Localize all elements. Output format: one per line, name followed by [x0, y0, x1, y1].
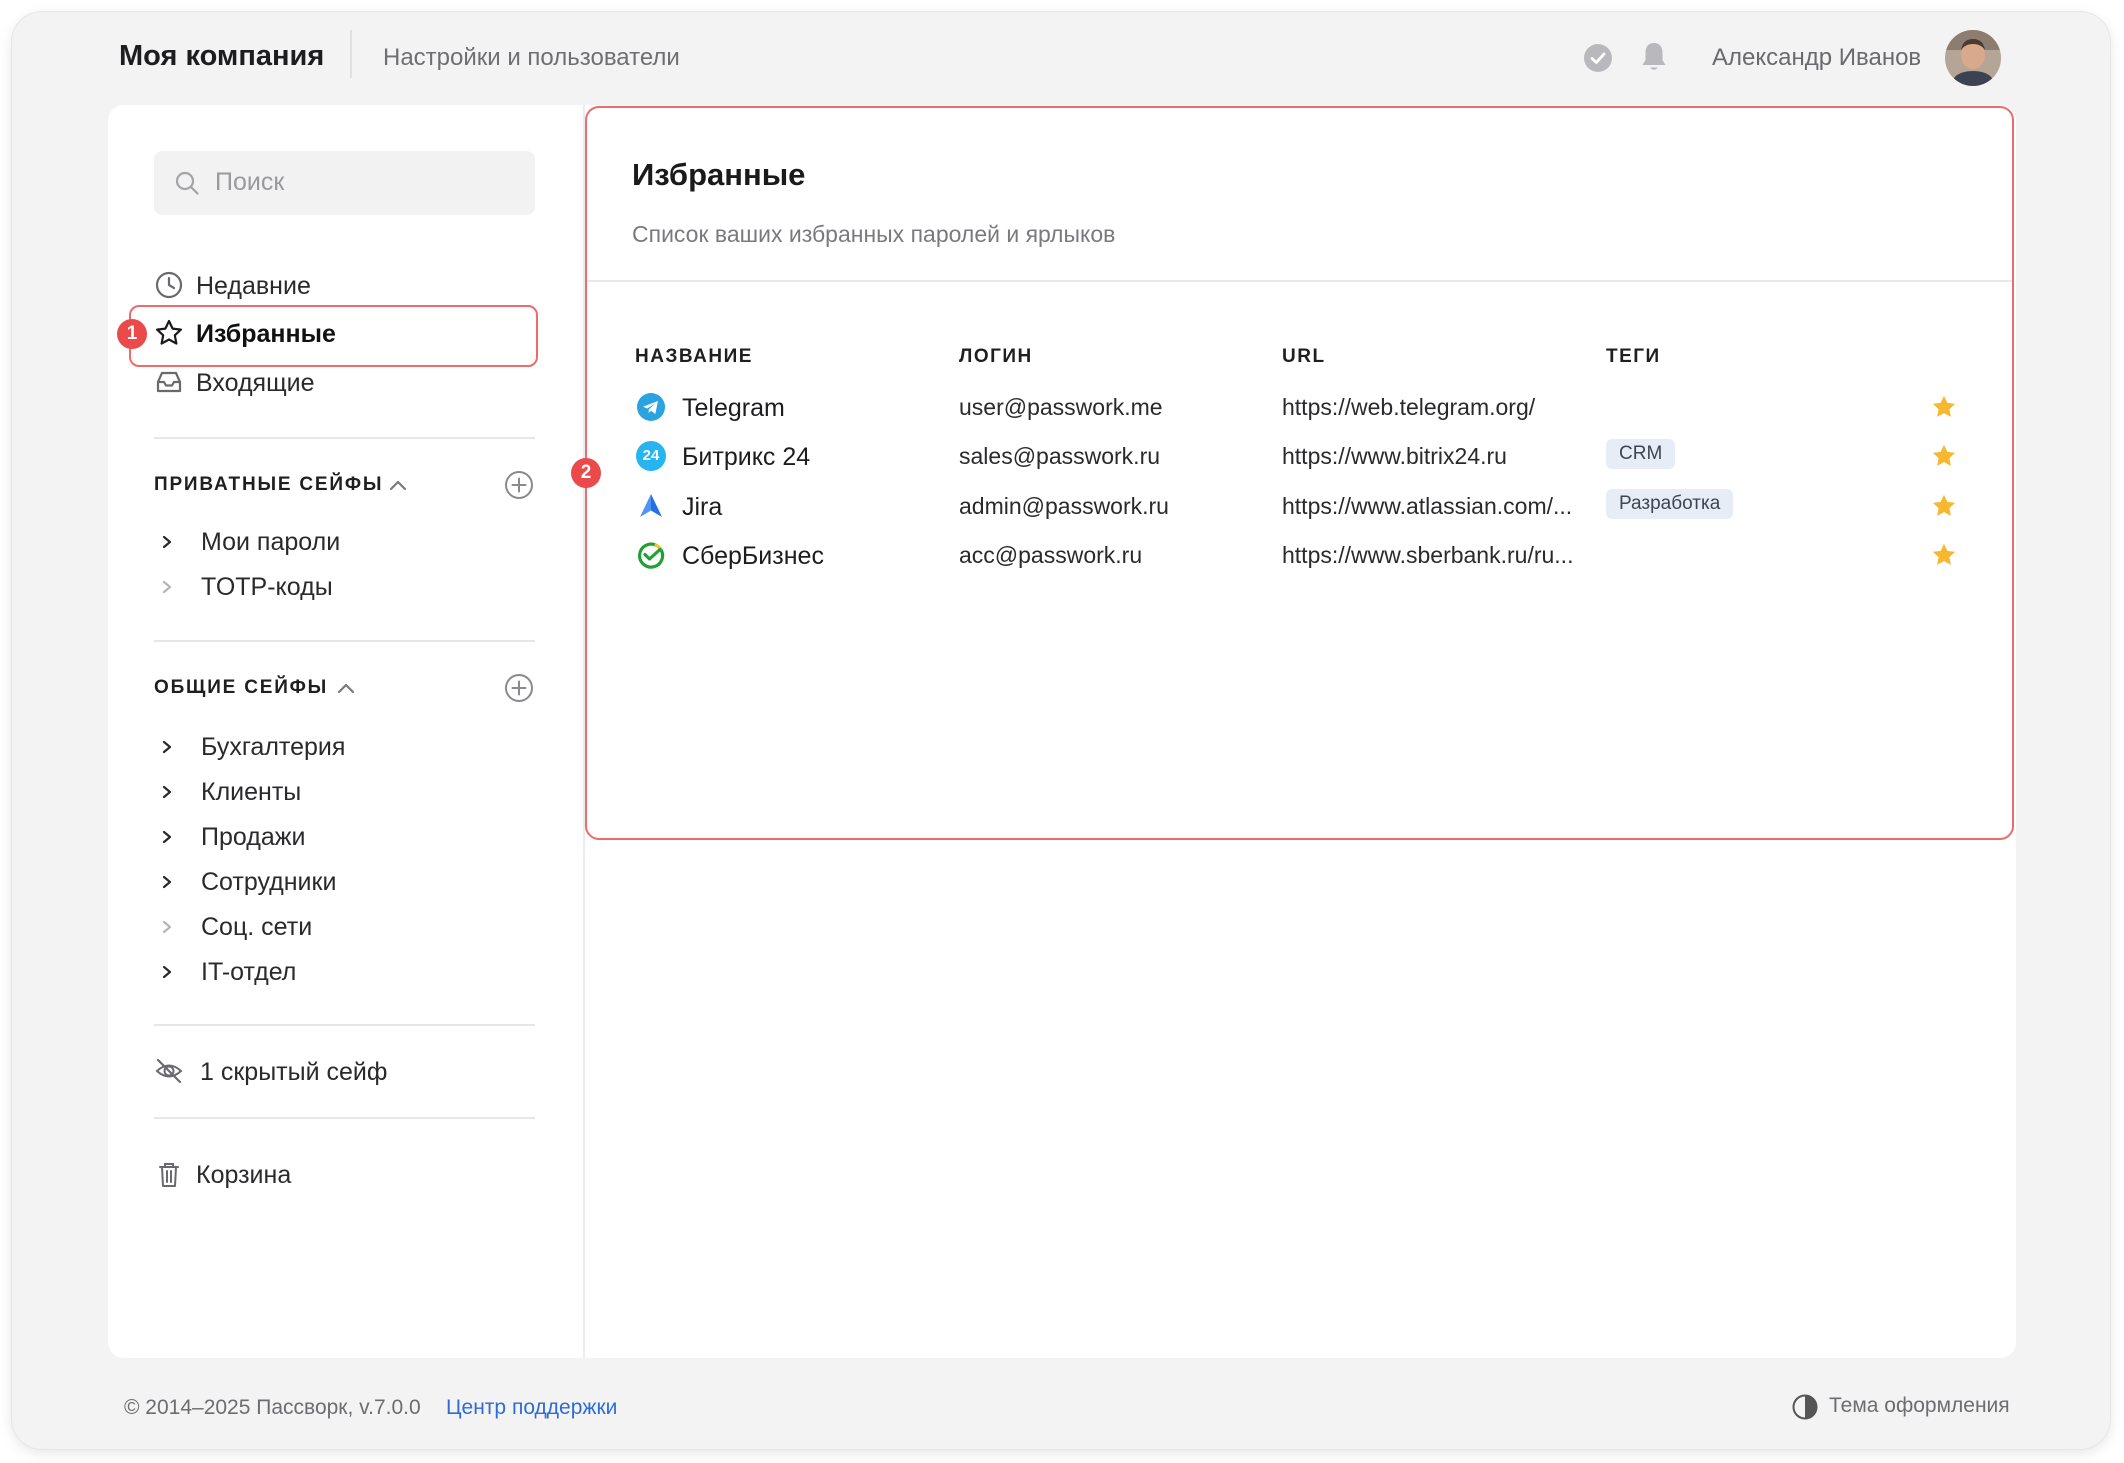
header-divider [350, 30, 352, 78]
add-private-safe-button[interactable] [504, 470, 534, 500]
bell-icon[interactable] [1639, 40, 1669, 74]
eye-off-icon [155, 1058, 183, 1084]
sidebar-item-label: Корзина [196, 1161, 292, 1189]
entry-name: Битрикс 24 [682, 443, 811, 471]
safe-accounting[interactable]: Бухгалтерия [160, 726, 530, 766]
safe-label: Мои пароли [201, 528, 341, 556]
chevron-right-icon [162, 580, 172, 594]
clock-icon [155, 271, 183, 299]
sidebar-item-label: Входящие [196, 369, 315, 397]
chevron-up-icon[interactable] [336, 681, 356, 695]
entry-name: Telegram [682, 394, 785, 422]
table-row[interactable]: Jira admin@passwork.ru https://www.atlas… [632, 485, 1962, 529]
safe-it[interactable]: IT-отдел [160, 951, 530, 991]
chevron-right-icon[interactable] [160, 784, 174, 800]
annotation-badge-2: 2 [571, 458, 601, 488]
sidebar-item-favorites[interactable]: Избранные [154, 311, 534, 355]
safe-label: Бухгалтерия [201, 733, 346, 761]
search-icon [175, 171, 199, 195]
safe-label: Сотрудники [201, 868, 337, 896]
table-row[interactable]: СберБизнес acc@passwork.ru https://www.s… [632, 534, 1962, 578]
star-filled-icon[interactable] [1930, 492, 1958, 520]
entry-name: СберБизнес [682, 542, 824, 570]
page-title: Избранные [632, 157, 806, 192]
add-shared-safe-button[interactable] [504, 673, 534, 703]
sidebar-item-inbox[interactable]: Входящие [154, 360, 534, 404]
safe-label: Клиенты [201, 778, 302, 806]
sidebar-divider-line [154, 1024, 535, 1026]
sidebar-item-recent[interactable]: Недавние [154, 263, 534, 307]
column-header-url[interactable]: URL [1282, 346, 1326, 368]
chevron-right-icon[interactable] [160, 874, 174, 890]
sidebar-item-label: Избранные [196, 320, 336, 348]
column-header-login[interactable]: ЛОГИН [959, 346, 1033, 368]
safe-social[interactable]: Соц. сети [160, 906, 530, 946]
user-name[interactable]: Александр Иванов [1712, 44, 1921, 72]
check-circle-icon[interactable] [1583, 43, 1613, 73]
sidebar-divider-line [154, 640, 535, 642]
safe-label: Продажи [201, 823, 306, 851]
chevron-right-icon [162, 920, 172, 934]
safe-sales[interactable]: Продажи [160, 816, 530, 856]
settings-users-link[interactable]: Настройки и пользователи [383, 44, 680, 72]
safe-my-passwords[interactable]: Мои пароли [160, 521, 530, 561]
search-input[interactable] [215, 164, 515, 200]
annotation-badge-1: 1 [117, 319, 147, 349]
entry-url[interactable]: https://web.telegram.org/ [1282, 394, 1592, 421]
chevron-right-icon[interactable] [160, 964, 174, 980]
avatar[interactable] [1945, 30, 2001, 86]
safe-label: Соц. сети [201, 913, 313, 941]
entry-url[interactable]: https://www.bitrix24.ru [1282, 443, 1592, 470]
sidebar-item-label: Недавние [196, 272, 311, 300]
chevron-right-icon[interactable] [160, 829, 174, 845]
company-name[interactable]: Моя компания [119, 40, 324, 73]
copyright-text: © 2014–2025 Пассворк, v.7.0.0 [124, 1396, 421, 1419]
sidebar-divider-line [154, 437, 535, 439]
safe-label: TOTP-коды [201, 573, 333, 601]
support-center-link[interactable]: Центр поддержки [446, 1396, 617, 1420]
tag-badge[interactable]: Разработка [1606, 489, 1734, 519]
entry-url[interactable]: https://www.sberbank.ru/ru... [1282, 542, 1592, 569]
column-header-tags[interactable]: ТЕГИ [1606, 346, 1661, 368]
chevron-right-icon[interactable] [160, 534, 174, 550]
header-separator [587, 280, 2012, 282]
tag-badge[interactable]: CRM [1606, 439, 1676, 469]
trash-icon [159, 1163, 179, 1187]
hidden-safes-item[interactable]: 1 скрытый сейф [154, 1049, 534, 1093]
sidebar-divider-line [154, 1117, 535, 1119]
theme-toggle-icon[interactable] [1791, 1393, 1819, 1421]
theme-toggle-label[interactable]: Тема оформления [1829, 1394, 2010, 1418]
safe-totp-codes[interactable]: TOTP-коды [160, 566, 530, 606]
entry-login[interactable]: user@passwork.me [959, 394, 1163, 421]
entry-name: Jira [682, 493, 723, 521]
shared-safes-title[interactable]: ОБЩИЕ СЕЙФЫ [154, 677, 328, 699]
private-safes-title[interactable]: ПРИВАТНЫЕ СЕЙФЫ [154, 474, 383, 496]
sidebar-item-trash[interactable]: Корзина [154, 1152, 534, 1196]
column-header-name[interactable]: НАЗВАНИЕ [635, 346, 753, 368]
safe-employees[interactable]: Сотрудники [160, 861, 530, 901]
chevron-right-icon[interactable] [160, 739, 174, 755]
inbox-icon [156, 371, 182, 393]
table-row[interactable]: 24 Битрикс 24 sales@passwork.ru https://… [632, 435, 1962, 479]
star-filled-icon[interactable] [1930, 541, 1958, 569]
telegram-icon [637, 393, 665, 421]
jira-icon [640, 494, 662, 517]
entry-login[interactable]: admin@passwork.ru [959, 493, 1169, 520]
safe-label: IT-отдел [201, 958, 297, 986]
star-filled-icon[interactable] [1930, 393, 1958, 421]
entry-login[interactable]: acc@passwork.ru [959, 542, 1142, 569]
sberbusiness-icon [638, 542, 665, 569]
hidden-safes-label: 1 скрытый сейф [200, 1058, 388, 1086]
star-filled-icon[interactable] [1930, 442, 1958, 470]
safe-clients[interactable]: Клиенты [160, 771, 530, 811]
star-outline-icon [156, 319, 182, 345]
entry-url[interactable]: https://www.atlassian.com/... [1282, 493, 1592, 520]
bitrix24-icon: 24 [636, 441, 666, 471]
table-row[interactable]: Telegram user@passwork.me https://web.te… [632, 386, 1962, 430]
chevron-up-icon[interactable] [388, 478, 408, 492]
entry-login[interactable]: sales@passwork.ru [959, 443, 1160, 470]
page-subtitle: Список ваших избранных паролей и ярлыков [632, 221, 1116, 247]
